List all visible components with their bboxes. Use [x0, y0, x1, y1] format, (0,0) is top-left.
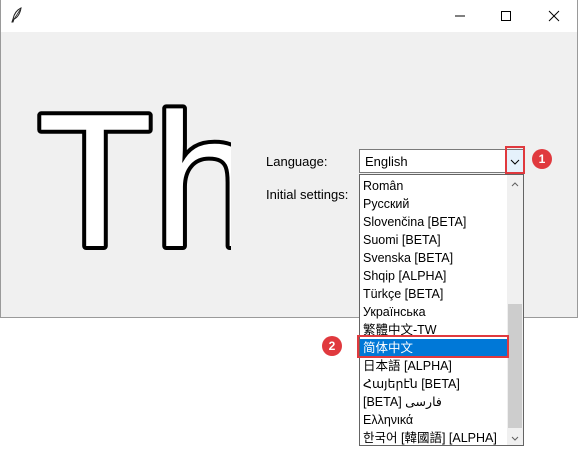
language-option[interactable]: 日本語 [ALPHA]	[360, 357, 508, 375]
scrollbar-thumb[interactable]	[508, 304, 522, 428]
initial-settings-label: Initial settings:	[266, 187, 349, 202]
chevron-up-icon	[511, 174, 519, 192]
annotation-box-selected-item	[357, 335, 509, 358]
language-option[interactable]: Slovenčina [BETA]	[360, 213, 508, 231]
close-button[interactable]	[531, 0, 577, 32]
close-icon	[548, 10, 560, 22]
language-option[interactable]: Svenska [BETA]	[360, 249, 508, 267]
minimize-button[interactable]	[437, 0, 483, 32]
language-option[interactable]: Român	[360, 177, 508, 195]
minimize-icon	[454, 10, 466, 22]
feather-icon	[9, 7, 25, 23]
language-option[interactable]: Shqip [ALPHA]	[360, 267, 508, 285]
language-option[interactable]: 한국어 [韓國語] [ALPHA]	[360, 429, 508, 447]
annotation-box-dropdown-button	[505, 146, 525, 174]
maximize-button[interactable]	[483, 0, 529, 32]
language-option[interactable]: Ελληνικά	[360, 411, 508, 429]
language-options: Român Русский Slovenčina [BETA] Suomi [BETA…	[360, 177, 508, 447]
language-option[interactable]: Suomi [BETA]	[360, 231, 508, 249]
logo-text: Th	[37, 88, 231, 258]
language-option[interactable]: Հայերէն [BETA]	[360, 375, 508, 393]
language-dropdown-list[interactable]: Român Русский Slovenčina [BETA] Suomi [BETA…	[359, 174, 524, 446]
language-option[interactable]: [BETA] فارسی	[360, 393, 508, 411]
language-option[interactable]: Українська	[360, 303, 508, 321]
maximize-icon	[500, 10, 512, 22]
title-bar[interactable]	[1, 0, 577, 32]
scroll-up-button[interactable]	[507, 175, 523, 191]
annotation-badge-2: 2	[322, 336, 342, 356]
language-option[interactable]: Русский	[360, 195, 508, 213]
chevron-down-icon	[511, 428, 519, 446]
annotation-badge-1: 1	[532, 149, 552, 169]
logo: Th	[31, 71, 263, 291]
language-label: Language:	[266, 154, 328, 169]
dropdown-scrollbar[interactable]	[507, 175, 523, 445]
language-combobox-value: English	[365, 154, 408, 169]
scroll-down-button[interactable]	[507, 429, 523, 445]
language-combobox[interactable]: English	[359, 149, 524, 173]
language-option[interactable]: Türkçe [BETA]	[360, 285, 508, 303]
